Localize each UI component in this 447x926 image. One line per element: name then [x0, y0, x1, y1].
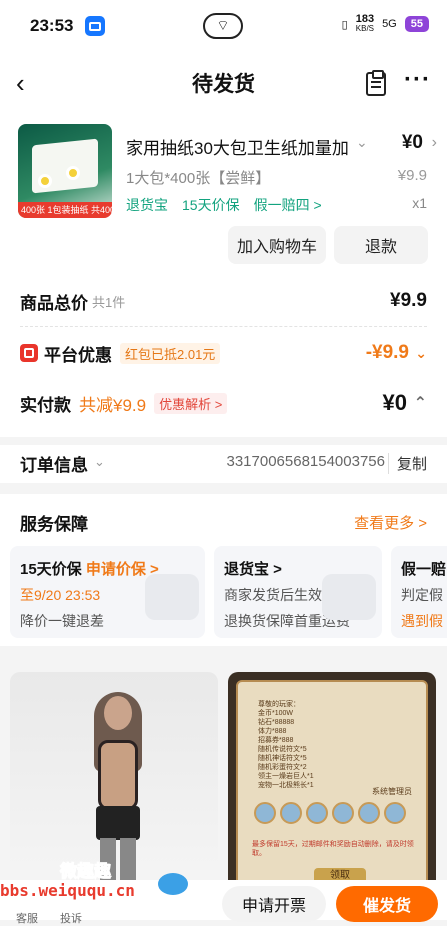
discount-detail-link[interactable]: 优惠解析 >	[154, 392, 228, 414]
complaint-button[interactable]: 投诉	[60, 910, 82, 926]
discount-tag: 红包已抵2.01元	[120, 342, 221, 364]
signal-icon: 5G	[382, 18, 397, 30]
site-watermark: 微趣趣 bbs.weiququ.cn	[0, 857, 200, 900]
feed-item-game[interactable]: 尊敬的玩家： 金币*100W 钻石*88888 体力*888 招募券*888 随…	[228, 672, 436, 890]
total-value: ¥9.9	[390, 290, 427, 311]
chevron-down-icon[interactable]: ⌄	[415, 345, 427, 362]
product-quantity: x1	[412, 195, 427, 211]
shield-icon	[322, 574, 376, 620]
product-thumbnail[interactable]: 400张 1包装抽纸 共400张	[18, 124, 112, 218]
price-protect-card[interactable]: 15天价保 申请价保 > 至9/20 23:53 降价一键退差	[10, 546, 205, 638]
urge-shipping-button[interactable]: 催发货	[336, 886, 438, 922]
fake-compensation-card[interactable]: 假一赔 判定假 遇到假	[391, 546, 447, 638]
pricing-card: 商品总价 共1件 ¥9.9 平台优惠 红包已抵2.01元 -¥9.9 ⌄ 实付款…	[0, 272, 447, 437]
order-number: 3317006568154003756	[226, 453, 385, 470]
apply-invoice-button[interactable]: 申请开票	[222, 886, 326, 922]
mascot-icon	[158, 873, 188, 895]
view-more-link[interactable]: 查看更多 >	[354, 512, 427, 533]
refund-button[interactable]: 退款	[334, 226, 428, 264]
total-row: 商品总价 共1件 ¥9.9	[20, 290, 427, 313]
discount-row[interactable]: 平台优惠 红包已抵2.01元 -¥9.9 ⌄	[20, 340, 427, 366]
battery-icon: 55	[404, 16, 429, 32]
status-time: 23:53	[30, 16, 74, 35]
customer-service-button[interactable]: 客服	[16, 910, 38, 926]
product-card: 400张 1包装抽纸 共400张 家用抽纸30大包卫生纸加量加 ⌄ ¥0 › 1…	[0, 114, 447, 272]
top-nav: ‹ 待发货 ···	[0, 52, 447, 114]
chevron-down-icon[interactable]: ⌄	[94, 454, 105, 470]
game-mail-image: 尊敬的玩家： 金币*100W 钻石*88888 体力*888 招募券*888 随…	[236, 680, 428, 886]
chevron-right-icon[interactable]: ›	[432, 134, 437, 152]
platform-discount-icon	[20, 344, 38, 362]
chevron-up-icon[interactable]: ⌃	[414, 393, 427, 413]
price-protect-icon	[145, 574, 199, 620]
clipboard-icon[interactable]	[366, 70, 386, 96]
network-speed: 183 KB/S	[355, 13, 375, 34]
recommendation-feed: 尊敬的玩家： 金币*100W 钻石*88888 体力*888 招募券*888 随…	[0, 660, 447, 890]
discount-value: -¥9.9	[365, 342, 409, 363]
return-insurance-card[interactable]: 退货宝 > 商家发货后生效 退换货保障首重运费	[214, 546, 382, 638]
add-to-cart-button[interactable]: 加入购物车	[228, 226, 326, 264]
product-spec: 1大包*400张【尝鲜】	[126, 170, 271, 187]
vibrate-icon: ▯	[341, 18, 348, 31]
guarantee-tags[interactable]: 退货宝 15天价保 假一赔四 >	[126, 195, 322, 215]
status-bar: 23:53 ⌔ ▯ 183 KB/S 5G 55	[0, 0, 447, 52]
paid-saved: 共减¥9.9	[79, 395, 147, 415]
original-price: ¥9.9	[397, 167, 427, 184]
paid-value: ¥0	[382, 390, 407, 415]
service-card: 服务保障 查看更多 > 15天价保 申请价保 > 至9/20 23:53 降价一…	[0, 494, 447, 646]
more-menu-icon[interactable]: ···	[404, 66, 431, 94]
product-name[interactable]: 家用抽纸30大包卫生纸加量加	[126, 134, 352, 159]
paid-row[interactable]: 实付款 共减¥9.9 优惠解析 > ¥0 ⌃	[20, 390, 427, 416]
chevron-down-icon[interactable]: ⌄	[356, 134, 368, 151]
app-notification-icon	[85, 16, 106, 36]
copy-button[interactable]: 复制	[387, 453, 427, 474]
product-price: ¥0	[401, 132, 423, 153]
thumbnail-tag: 400张 1包装抽纸 共400张	[18, 202, 112, 218]
order-info-row[interactable]: 订单信息 ⌄ 3317006568154003756 复制	[0, 445, 447, 483]
hotspot-icon: ⌔	[203, 13, 243, 39]
